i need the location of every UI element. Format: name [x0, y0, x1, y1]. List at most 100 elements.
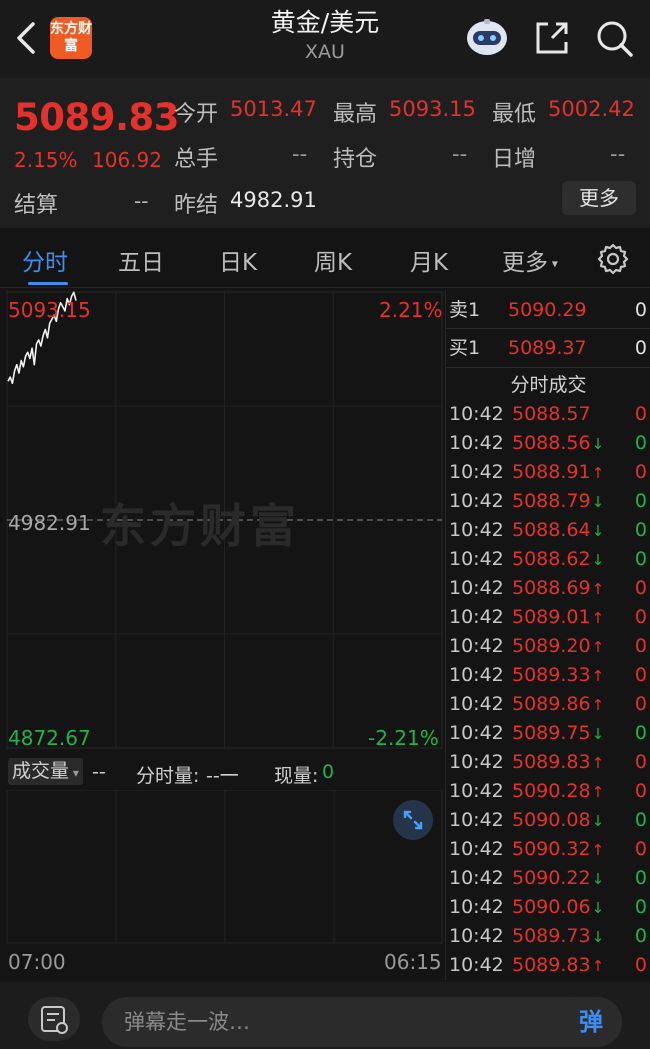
volume-chart[interactable]	[0, 789, 444, 944]
volume-selector-label: 成交量	[12, 760, 70, 782]
back-button[interactable]	[10, 16, 42, 60]
app-logo[interactable]: 东方财富	[50, 17, 92, 59]
tab-intraday[interactable]: 分时	[22, 243, 68, 277]
chart-settings-button[interactable]	[596, 242, 630, 276]
settle-label: 结算	[14, 193, 59, 218]
quote-panel: 5089.83 2.15% 106.92 结算 -- 今开 5013.47 最高…	[0, 78, 650, 228]
trade-direction-icon: ↑	[591, 841, 605, 859]
note-icon	[41, 1006, 68, 1034]
divider	[446, 367, 650, 368]
trade-row: 10:42 5089.75↓ 0	[446, 719, 650, 748]
trade-time: 10:42	[449, 809, 504, 831]
more-quote-button[interactable]: 更多	[562, 181, 636, 215]
chevron-left-icon	[17, 22, 35, 54]
trade-price-value: 5088.56	[512, 432, 591, 454]
trade-time: 10:42	[449, 722, 504, 744]
trade-direction-icon: ↓	[591, 725, 605, 743]
trade-price-value: 5088.57	[512, 403, 591, 425]
trade-row: 10:42 5090.08↓ 0	[446, 806, 650, 835]
trade-volume: 0	[634, 954, 647, 976]
trade-row: 10:42 5090.22↓ 0	[446, 864, 650, 893]
tab-more[interactable]: 更多 ▾	[502, 243, 558, 277]
trade-price-value: 5089.73	[512, 925, 591, 947]
notes-button[interactable]	[28, 997, 80, 1041]
trade-direction-icon: ↑	[591, 754, 605, 772]
trade-price-value: 5090.22	[512, 867, 591, 889]
trade-price: 5089.75↓	[512, 719, 604, 749]
trade-price-value: 5089.01	[512, 606, 591, 628]
volume-indicator-selector[interactable]: 成交量 ▾	[8, 758, 83, 785]
trade-volume: 0	[634, 693, 647, 715]
trade-volume: 0	[634, 635, 647, 657]
trade-direction-icon: ↑	[591, 667, 605, 685]
trade-volume: 0	[634, 519, 647, 541]
trade-price-value: 5090.06	[512, 896, 591, 918]
fenshi-volume-value: --一	[206, 765, 239, 787]
trade-row: 10:42 5088.57 0	[446, 400, 650, 429]
open-label: 今开	[174, 102, 219, 127]
tab-daily-k[interactable]: 日K	[219, 243, 257, 277]
trade-price: 5090.06↓	[512, 893, 604, 923]
axis-ref-label: 4982.91	[8, 511, 91, 535]
search-button[interactable]	[594, 18, 634, 58]
title-block: 黄金/美元 XAU	[200, 8, 450, 66]
trade-time: 10:42	[449, 490, 504, 512]
trade-price-value: 5089.75	[512, 722, 591, 744]
trade-row: 10:42 5089.33↑ 0	[446, 661, 650, 690]
trade-price: 5089.33↑	[512, 661, 604, 691]
assistant-robot-icon[interactable]	[465, 18, 509, 58]
trade-direction-icon: ↓	[591, 551, 605, 569]
caret-down-icon: ▾	[548, 256, 558, 271]
trade-time: 10:42	[449, 432, 504, 454]
trade-price: 5088.62↓	[512, 545, 604, 575]
trade-time: 10:42	[449, 896, 504, 918]
trade-time: 10:42	[449, 867, 504, 889]
trade-time: 10:42	[449, 664, 504, 686]
trade-row: 10:42 5089.20↑ 0	[446, 632, 650, 661]
trade-volume: 0	[634, 548, 647, 570]
trade-time: 10:42	[449, 606, 504, 628]
page-subtitle: XAU	[305, 41, 345, 63]
trade-price: 5088.79↓	[512, 487, 604, 517]
trade-direction-icon: ↓	[591, 928, 605, 946]
trade-time: 10:42	[449, 925, 504, 947]
trade-direction-icon: ↑	[591, 609, 605, 627]
trade-price-value: 5089.83	[512, 954, 591, 976]
trade-direction-icon: ↓	[591, 522, 605, 540]
axis-low-pct: -2.21%	[368, 726, 439, 750]
tab-monthly-k[interactable]: 月K	[410, 243, 448, 277]
share-button[interactable]	[532, 18, 572, 58]
trade-time: 10:42	[449, 635, 504, 657]
danmu-toggle-button[interactable]: 弹	[560, 997, 622, 1047]
bid-label: 买1	[449, 337, 481, 359]
trade-price: 5088.57	[512, 400, 592, 430]
trade-price-value: 5088.62	[512, 548, 591, 570]
top-header: 东方财富 黄金/美元 XAU	[0, 0, 650, 78]
trade-volume: 0	[634, 432, 647, 454]
trade-row: 10:42 5088.64↓ 0	[446, 516, 650, 545]
trade-price-value: 5088.91	[512, 461, 591, 483]
trade-price: 5088.69↑	[512, 574, 604, 604]
trade-price-value: 5088.64	[512, 519, 591, 541]
tab-weekly-k[interactable]: 周K	[314, 243, 352, 277]
gear-icon	[597, 243, 629, 275]
trade-row: 10:42 5088.79↓ 0	[446, 487, 650, 516]
trade-row: 10:42 5089.01↑ 0	[446, 603, 650, 632]
trade-row: 10:42 5089.83↑ 0	[446, 951, 650, 980]
time-axis-start: 07:00	[8, 950, 66, 974]
fenshi-volume-label: 分时量:	[136, 765, 200, 787]
expand-chart-button[interactable]	[393, 800, 433, 840]
trade-volume: 0	[634, 722, 647, 744]
danmu-input[interactable]: 弹幕走一波…	[102, 997, 622, 1047]
bid-qty: 0	[634, 337, 647, 359]
daily-increase-label: 日增	[492, 147, 537, 172]
trade-price-value: 5089.33	[512, 664, 591, 686]
trade-direction-icon: ↑	[591, 957, 605, 975]
last-price: 5089.83	[14, 96, 180, 139]
trade-price-value: 5089.86	[512, 693, 591, 715]
low-label: 最低	[492, 102, 537, 127]
tab-five-day[interactable]: 五日	[118, 243, 164, 277]
trade-price-value: 5090.08	[512, 809, 591, 831]
divider	[446, 328, 650, 329]
trade-volume: 0	[634, 867, 647, 889]
